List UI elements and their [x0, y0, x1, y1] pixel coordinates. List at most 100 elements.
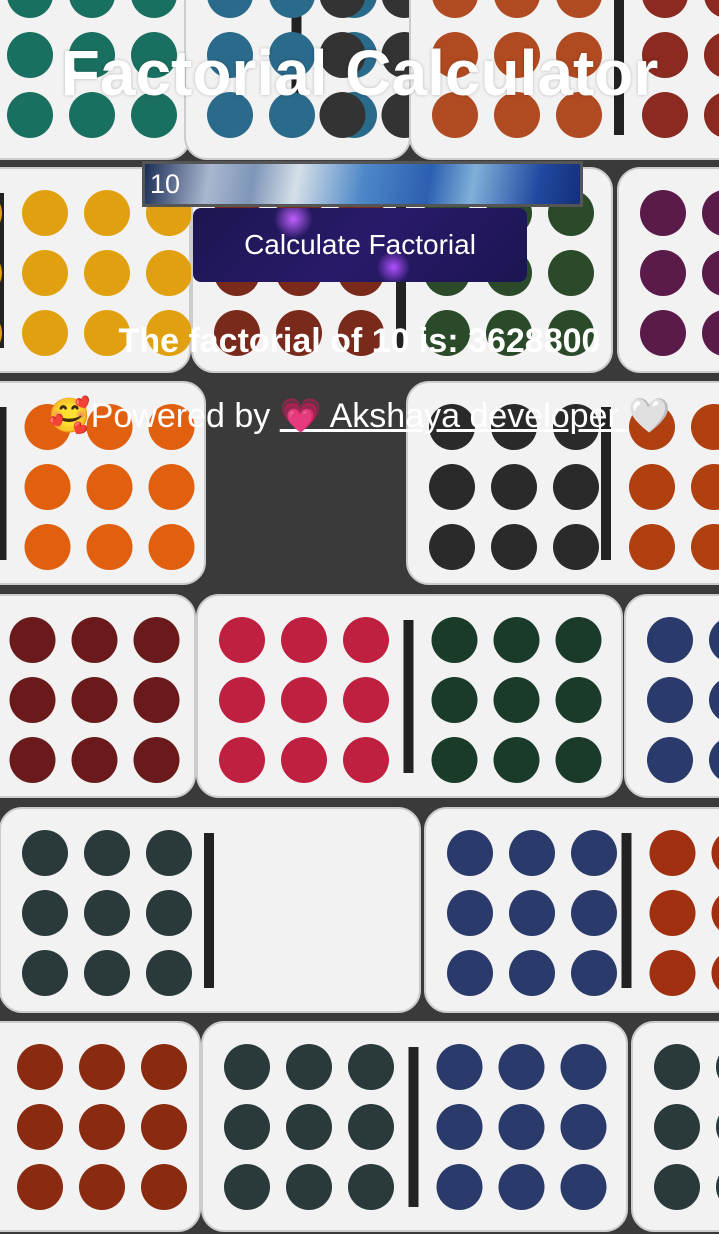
result-text: The factorial of 10 is: 3628800: [118, 322, 601, 360]
domino-pip: [429, 464, 475, 510]
domino-pip: [555, 737, 602, 783]
domino-pip: [133, 677, 180, 723]
domino-pip: [141, 1044, 187, 1090]
domino-pip: [555, 677, 602, 723]
domino-pip: [493, 617, 540, 663]
domino-pip: [553, 464, 599, 510]
domino-pip: [133, 617, 180, 663]
domino-pip: [436, 1164, 483, 1210]
pink-heart-icon: 💗: [279, 397, 323, 435]
domino-pip: [343, 677, 389, 723]
domino-pip: [629, 524, 675, 570]
number-input[interactable]: [142, 161, 583, 207]
domino-pip: [555, 617, 602, 663]
domino-pip: [22, 950, 68, 996]
domino-divider: [621, 833, 632, 988]
domino-pip: [281, 617, 327, 663]
domino-pip: [71, 617, 118, 663]
domino-pip: [71, 737, 118, 783]
domino-pip: [491, 464, 537, 510]
domino-pip: [509, 950, 555, 996]
domino-pip: [649, 950, 696, 996]
domino-pip: [9, 617, 56, 663]
domino-pip: [71, 677, 118, 723]
domino-pip: [654, 1104, 700, 1150]
domino-pip: [348, 1044, 394, 1090]
domino-pip: [447, 830, 493, 876]
domino-pip: [86, 524, 133, 570]
domino-pip: [429, 524, 475, 570]
domino-pip: [84, 950, 130, 996]
powered-by: 🥰Powered by 💗 Akshaya developer 🤍: [0, 396, 719, 436]
domino-pip: [348, 1164, 394, 1210]
domino-pip: [9, 677, 56, 723]
domino-pip: [498, 1104, 545, 1150]
domino-pip: [219, 617, 265, 663]
domino-pip: [640, 190, 686, 236]
domino-pip: [436, 1104, 483, 1150]
domino-pip: [24, 464, 71, 510]
domino-pip: [286, 1104, 332, 1150]
domino-pip: [146, 830, 192, 876]
domino-pip: [146, 890, 192, 936]
domino-pip: [571, 830, 617, 876]
domino-pip: [224, 1164, 270, 1210]
domino-pip: [84, 890, 130, 936]
domino-pip: [343, 737, 389, 783]
domino-pip: [281, 677, 327, 723]
domino-pip: [146, 950, 192, 996]
domino-pip: [640, 250, 686, 296]
domino-pip: [560, 1044, 607, 1090]
domino-pip: [431, 737, 478, 783]
domino-pip: [84, 830, 130, 876]
domino-pip: [629, 464, 675, 510]
domino-pip: [24, 524, 71, 570]
domino-pip: [553, 524, 599, 570]
domino-pip: [571, 950, 617, 996]
calculate-factorial-button[interactable]: Calculate Factorial: [193, 208, 527, 282]
domino-pip: [560, 1104, 607, 1150]
domino-pip: [22, 190, 68, 236]
domino-pip: [436, 1044, 483, 1090]
domino-pip: [647, 677, 693, 723]
domino-pip: [84, 250, 130, 296]
domino-pip: [571, 890, 617, 936]
domino-pip: [509, 890, 555, 936]
domino-pip: [79, 1044, 125, 1090]
domino-pip: [22, 890, 68, 936]
domino-pip: [649, 890, 696, 936]
domino-pip: [17, 1044, 63, 1090]
domino-divider: [204, 833, 214, 988]
domino-pip: [141, 1164, 187, 1210]
white-heart-icon: 🤍: [628, 397, 671, 435]
domino-pip: [493, 737, 540, 783]
domino-pip: [649, 830, 696, 876]
domino-pip: [431, 677, 478, 723]
powered-by-label: Powered by: [90, 397, 280, 435]
domino-pip: [286, 1164, 332, 1210]
domino-pip: [148, 524, 195, 570]
domino-pip: [22, 250, 68, 296]
smiling-hearts-emoji-icon: 🥰: [48, 397, 91, 435]
domino-pip: [219, 677, 265, 723]
domino-pip: [348, 1104, 394, 1150]
domino-pip: [654, 1044, 700, 1090]
domino-pip: [286, 1044, 332, 1090]
domino-pip: [548, 250, 594, 296]
domino-pip: [84, 190, 130, 236]
domino-pip: [22, 830, 68, 876]
domino-pip: [224, 1104, 270, 1150]
domino-divider: [403, 620, 414, 773]
domino-pip: [493, 677, 540, 723]
domino-pip: [17, 1104, 63, 1150]
developer-link[interactable]: 💗 Akshaya developer: [280, 397, 629, 435]
domino-pip: [133, 737, 180, 783]
domino-pip: [560, 1164, 607, 1210]
domino-pip: [509, 830, 555, 876]
domino-pip: [447, 950, 493, 996]
domino-pip: [431, 617, 478, 663]
domino-pip: [647, 737, 693, 783]
domino-pip: [281, 737, 327, 783]
domino-pip: [148, 464, 195, 510]
page-title: Factorial Calculator: [60, 37, 659, 109]
